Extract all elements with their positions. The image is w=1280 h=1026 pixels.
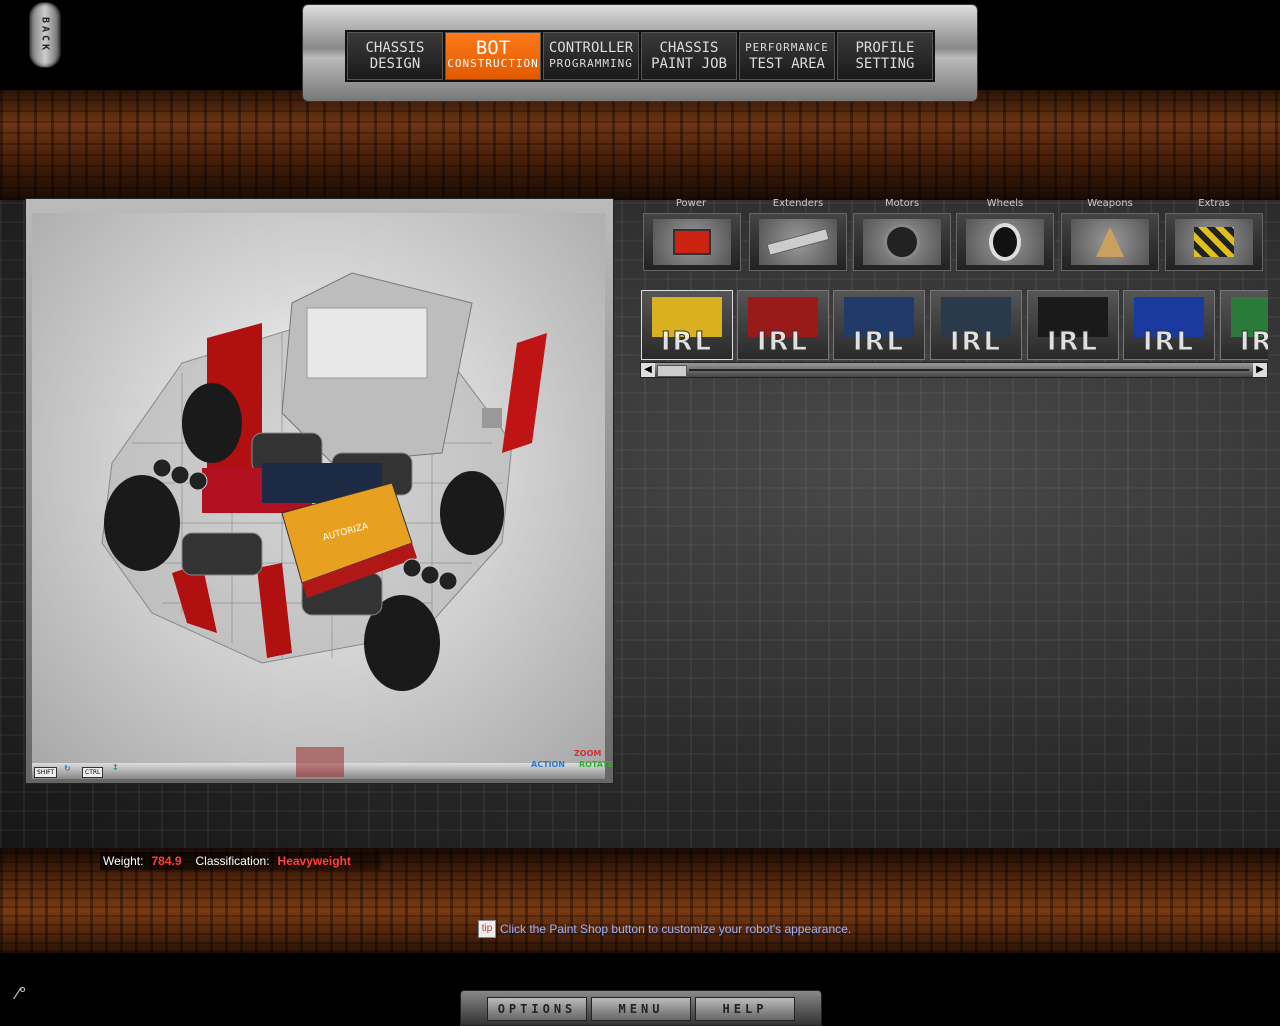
classification-label: Classification: <box>195 854 270 868</box>
top-nav: CHASSIS DESIGN BOT CONSTRUCTION CONTROLL… <box>302 4 978 102</box>
weight-status: Weight: 784.9 Classification: Heavyweigh… <box>100 852 381 870</box>
part-item[interactable]: IRL <box>1220 290 1268 360</box>
ctrl-key-hint: CTRL <box>82 767 104 778</box>
shift-key-hint: SHIFT <box>34 767 58 778</box>
action-label: ACTION <box>531 760 565 769</box>
category-extenders-button[interactable] <box>749 213 847 271</box>
back-button[interactable]: BACK <box>29 2 61 68</box>
robot-3d-viewport[interactable]: AUTORIZA <box>32 213 605 764</box>
wheel-1 <box>182 383 242 463</box>
tab-chassis-paint-job[interactable]: CHASSIS PAINT JOB <box>641 32 737 80</box>
part-brand: IRL <box>756 327 810 358</box>
tab-line2: PROGRAMMING <box>549 57 633 70</box>
extender-bar-icon <box>759 219 837 265</box>
scroll-track <box>689 369 1249 371</box>
tab-line1: BOT <box>475 37 511 59</box>
saw-blade-icon <box>1071 219 1149 265</box>
part-item[interactable]: IRL <box>737 290 829 360</box>
scroll-left-arrow-icon[interactable]: ◀ <box>641 363 655 377</box>
part-item[interactable]: IRL <box>833 290 925 360</box>
hazard-stripe-icon <box>1175 219 1253 265</box>
weight-label: Weight: <box>103 854 144 868</box>
tip-icon: tip <box>478 920 496 938</box>
wheel-3 <box>440 471 504 555</box>
tab-line1: PROFILE <box>855 40 915 56</box>
parts-scrollbar[interactable]: ◀ ▶ <box>640 362 1268 378</box>
category-label-motors: Motors <box>884 198 920 209</box>
zoom-label: ZOOM <box>574 749 602 758</box>
tab-chassis-design[interactable]: CHASSIS DESIGN <box>347 32 443 80</box>
tip-bar: tip Click the Paint Shop button to custo… <box>478 920 851 938</box>
tab-controller-programming[interactable]: CONTROLLER PROGRAMMING <box>543 32 639 80</box>
viewport-thumbnail[interactable] <box>296 747 344 777</box>
block <box>482 408 502 428</box>
menu-button[interactable]: MENU <box>591 997 691 1021</box>
category-label-power: Power <box>675 198 707 209</box>
options-button[interactable]: OPTIONS <box>487 997 587 1021</box>
loading-indicator-icon: ⁄° <box>16 984 27 1003</box>
category-extras-button[interactable] <box>1165 213 1263 271</box>
wheel-icon <box>966 219 1044 265</box>
scroll-thumb[interactable] <box>657 365 687 377</box>
wheel-2 <box>104 475 180 571</box>
part-brand: IRL <box>949 327 1003 358</box>
category-wheels-button[interactable] <box>956 213 1054 271</box>
tab-line2: TEST AREA <box>749 56 825 72</box>
tab-line1: CHASSIS <box>659 40 719 56</box>
battery-icon <box>653 219 731 265</box>
tab-line1: CONTROLLER <box>548 40 634 56</box>
tab-line2: SETTING <box>855 56 915 72</box>
tab-bot-construction[interactable]: BOT CONSTRUCTION <box>445 32 541 80</box>
red-panel-right <box>502 333 547 453</box>
tab-line2: PAINT JOB <box>651 56 727 72</box>
category-label-extras: Extras <box>1198 198 1230 209</box>
tip-text: Click the Paint Shop button to customize… <box>500 922 852 936</box>
part-item[interactable]: IRL <box>930 290 1022 360</box>
category-label-wheels: Wheels <box>986 198 1024 209</box>
part-brand: IRL <box>1239 327 1268 358</box>
part-item[interactable]: IRL <box>1027 290 1119 360</box>
classification-value: Heavyweight <box>277 854 351 868</box>
part-brand: IRL <box>1142 327 1196 358</box>
category-label-extenders: Extenders <box>772 198 824 209</box>
category-power-button[interactable] <box>643 213 741 271</box>
updown-arrow-icon: ↕ <box>112 763 119 772</box>
part-brand: IRL <box>852 327 906 358</box>
part-brand: IRL <box>660 327 714 358</box>
rotate-label: ROTATE <box>579 760 614 769</box>
spool <box>306 307 428 379</box>
tab-performance-test-area[interactable]: PERFORMANCE TEST AREA <box>739 32 835 80</box>
motor-icon <box>863 219 941 265</box>
tab-line2: CONSTRUCTION <box>447 57 539 70</box>
category-weapons-button[interactable] <box>1061 213 1159 271</box>
category-motors-button[interactable] <box>853 213 951 271</box>
top-decorative-band <box>0 90 1280 200</box>
part-item[interactable]: IRL <box>1123 290 1215 360</box>
parts-list: IRL IRL IRL IRL IRL IRL IRL <box>640 290 1268 362</box>
part-item[interactable]: IRL <box>641 290 733 360</box>
robot-model: AUTORIZA <box>101 272 547 691</box>
tab-line2: DESIGN <box>369 56 421 72</box>
nav-tabs: CHASSIS DESIGN BOT CONSTRUCTION CONTROLL… <box>345 30 935 82</box>
category-label-weapons: Weapons <box>1087 198 1133 209</box>
back-button-label: BACK <box>39 16 51 54</box>
scroll-right-arrow-icon[interactable]: ▶ <box>1253 363 1267 377</box>
weight-value: 784.9 <box>151 854 182 868</box>
tab-profile-setting[interactable]: PROFILE SETTING <box>837 32 933 80</box>
help-button[interactable]: HELP <box>695 997 795 1021</box>
part-brand: IRL <box>1046 327 1100 358</box>
rotate-icon: ↻ <box>64 764 71 773</box>
robot-viewport-frame: AUTORIZA SHIFT ↻ CTRL ↕ ZOOM ACTION ROTA… <box>25 198 614 784</box>
tab-line1: CHASSIS <box>365 40 425 56</box>
motor-3 <box>181 532 263 576</box>
bottom-menu-bar: OPTIONS MENU HELP <box>460 990 822 1026</box>
tab-line1: PERFORMANCE <box>745 41 829 54</box>
